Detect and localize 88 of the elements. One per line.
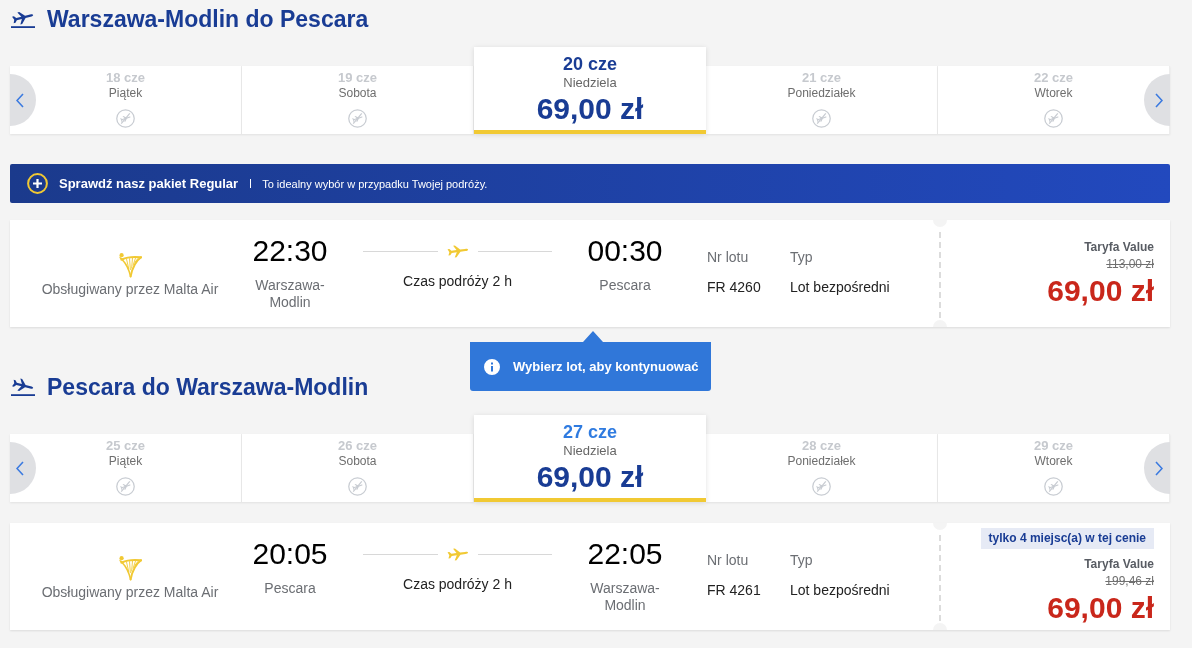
- section-title: Pescara do Warszawa-Modlin: [47, 373, 369, 401]
- weekday-label: Piątek: [108, 86, 143, 101]
- crossed-plane-icon: [116, 109, 135, 128]
- weekday-label: Piątek: [108, 454, 143, 469]
- date-label: 22 cze: [1033, 70, 1073, 86]
- weekday-label: Poniedziałek: [787, 454, 856, 469]
- info-icon: [484, 358, 500, 375]
- date-label: 26 cze: [337, 438, 377, 454]
- old-price: 199,46 zł: [1105, 572, 1154, 590]
- plus-icon: [27, 173, 48, 194]
- duration-label: Czas podróży 2 h: [403, 273, 512, 290]
- harp-icon: [118, 555, 142, 581]
- fare-name: Taryfa Value: [1084, 555, 1154, 573]
- flight-card[interactable]: Obsługiwany przez Malta Air 22:30 Warszawa-Modlin Czas podróży 2 h 00:30 Pescara Nr lotu FR 4260 Typ Lot bezpośredni Taryfa Value 113,00 zł 69,00 zł: [10, 220, 1170, 327]
- flight-type-label: Typ: [790, 249, 813, 266]
- flight-number-label: Nr lotu: [707, 552, 749, 569]
- chevron-left-icon: [16, 92, 24, 108]
- date-tab[interactable]: 22 cze Wtorek: [938, 66, 1170, 134]
- takeoff-icon: [11, 10, 35, 28]
- landing-icon: [11, 378, 35, 396]
- crossed-plane-icon: [116, 477, 135, 496]
- arrival-time: 00:30: [587, 233, 663, 269]
- ticket-notch: [933, 320, 947, 327]
- date-label: 20 cze: [562, 53, 617, 75]
- date-tab[interactable]: 26 cze Sobota: [242, 434, 474, 502]
- promo-text: To idealny wybór w przypadku Twojej podróży.: [262, 177, 488, 190]
- date-label: 29 cze: [1033, 438, 1073, 454]
- date-label: 21 cze: [801, 70, 841, 86]
- flight-type: Lot bezpośredni: [790, 582, 890, 599]
- arrival-time: 22:05: [587, 536, 663, 572]
- day-price: 69,00 zł: [536, 459, 644, 495]
- promo-title: Sprawdź nasz pakiet Regular: [59, 176, 239, 191]
- flight-number-label: Nr lotu: [707, 249, 749, 266]
- departure-city: Pescara: [264, 580, 316, 597]
- flight-card[interactable]: Obsługiwany przez Malta Air 20:05 Pescara Czas podróży 2 h 22:05 Warszawa-Modlin Nr lotu FR 4261 Typ Lot bezpośredni tylko 4 miejsc(a) w tej cenie Taryfa Value 199,46 zł 69,00 zł: [10, 523, 1170, 630]
- operator-label: Obsługiwany przez Malta Air: [41, 584, 219, 601]
- date-tab[interactable]: 20 cze Niedziela 69,00 zł: [474, 47, 706, 134]
- date-label: 27 cze: [562, 421, 617, 443]
- date-label: 18 cze: [105, 70, 145, 86]
- ticket-notch: [933, 623, 947, 630]
- harp-icon: [118, 252, 142, 278]
- flight-type-label: Typ: [790, 552, 813, 569]
- plane-icon: [445, 244, 470, 258]
- duration-label: Czas podróży 2 h: [403, 576, 512, 593]
- chevron-left-icon: [16, 460, 24, 476]
- fare-name: Taryfa Value: [1084, 238, 1154, 256]
- operator-label: Obsługiwany przez Malta Air: [41, 281, 219, 298]
- departure-time: 20:05: [252, 536, 328, 572]
- date-tab[interactable]: 27 cze Niedziela 69,00 zł: [474, 415, 706, 502]
- weekday-label: Wtorek: [1034, 454, 1073, 469]
- flight-number: FR 4260: [707, 279, 761, 296]
- date-label: 25 cze: [105, 438, 145, 454]
- weekday-label: Sobota: [338, 454, 377, 469]
- weekday-label: Poniedziałek: [787, 86, 856, 101]
- crossed-plane-icon: [348, 109, 367, 128]
- date-tab[interactable]: 28 cze Poniedziałek: [706, 434, 938, 502]
- fare-price: 69,00 zł: [1047, 589, 1154, 626]
- date-tab[interactable]: 18 cze Piątek: [10, 66, 242, 134]
- crossed-plane-icon: [812, 109, 831, 128]
- tooltip-text: Wybierz lot, aby kontynuować: [513, 359, 699, 374]
- date-tab[interactable]: 25 cze Piątek: [10, 434, 242, 502]
- crossed-plane-icon: [812, 477, 831, 496]
- day-price: 69,00 zł: [536, 91, 644, 127]
- date-label: 28 cze: [801, 438, 841, 454]
- old-price: 113,00 zł: [1106, 255, 1154, 273]
- crossed-plane-icon: [1044, 109, 1063, 128]
- chevron-right-icon: [1155, 460, 1163, 476]
- plane-icon: [445, 547, 470, 561]
- weekday-label: Sobota: [338, 86, 377, 101]
- fare-price: 69,00 zł: [1047, 272, 1154, 309]
- date-tab[interactable]: 19 cze Sobota: [242, 66, 474, 134]
- date-tab[interactable]: 29 cze Wtorek: [938, 434, 1170, 502]
- weekday-label: Niedziela: [563, 443, 617, 459]
- chevron-right-icon: [1155, 92, 1163, 108]
- crossed-plane-icon: [348, 477, 367, 496]
- flight-number: FR 4261: [707, 582, 761, 599]
- departure-city: Warszawa-Modlin: [254, 277, 326, 311]
- arrival-city: Warszawa-Modlin: [589, 580, 661, 614]
- weekday-label: Niedziela: [563, 75, 617, 91]
- weekday-label: Wtorek: [1034, 86, 1073, 101]
- date-tab[interactable]: 21 cze Poniedziałek: [706, 66, 938, 134]
- section-title: Warszawa-Modlin do Pescara: [47, 5, 369, 33]
- date-label: 19 cze: [337, 70, 377, 86]
- seats-left-badge: tylko 4 miejsc(a) w tej cenie: [980, 527, 1154, 549]
- arrival-city: Pescara: [599, 277, 651, 294]
- crossed-plane-icon: [1044, 477, 1063, 496]
- departure-time: 22:30: [252, 233, 328, 269]
- flight-type: Lot bezpośredni: [790, 279, 890, 296]
